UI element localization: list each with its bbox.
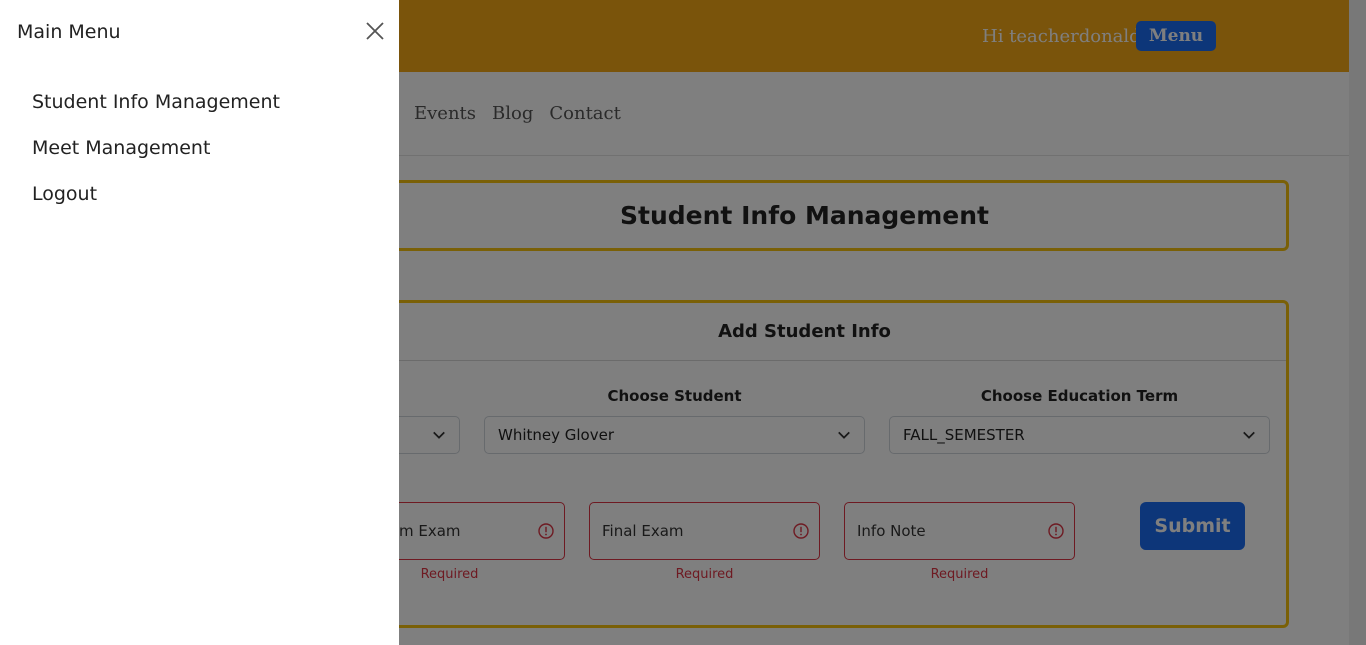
drawer-title: Main Menu [17,21,121,43]
menu-item-meet-management[interactable]: Meet Management [32,137,210,159]
menu-item-student-info-management[interactable]: Student Info Management [32,91,280,113]
menu-item-logout[interactable]: Logout [32,183,97,205]
main-menu-drawer: Main Menu Student Info Management Meet M… [0,0,399,645]
close-icon[interactable] [364,20,386,42]
